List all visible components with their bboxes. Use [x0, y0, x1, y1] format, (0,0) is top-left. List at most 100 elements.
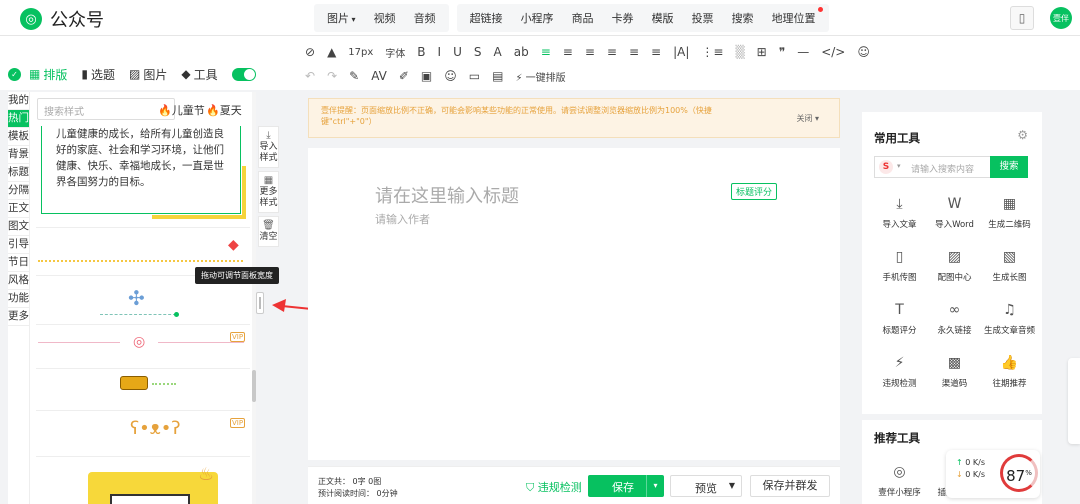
- clear-button[interactable]: 🗑 清空: [258, 216, 279, 247]
- toolbar-button[interactable]: ✐: [399, 69, 409, 83]
- tool-item[interactable]: ▧ 生成长图: [982, 247, 1037, 283]
- toolbar-button[interactable]: ⚡ 一键排版: [515, 69, 565, 84]
- chevron-down-icon[interactable]: ▾: [897, 162, 901, 170]
- tool-item[interactable]: ◎ 壹伴小程序: [872, 462, 927, 498]
- toolbar-button[interactable]: ≡: [541, 45, 551, 59]
- toolbar-button[interactable]: AV: [371, 69, 387, 83]
- topnav-item[interactable]: 视频: [365, 10, 405, 26]
- tool-item[interactable]: ▨ 配图中心: [927, 247, 982, 283]
- tool-item[interactable]: ⚡ 违规检测: [872, 353, 927, 389]
- app-logo[interactable]: ◎ 公众号: [20, 6, 104, 32]
- save-button[interactable]: 保存 ▾: [588, 475, 664, 497]
- toolbar-button[interactable]: ☺: [857, 45, 870, 59]
- toolbar-button[interactable]: ❞: [779, 45, 785, 59]
- yiban-logo-icon[interactable]: ✓: [8, 67, 21, 81]
- style-template-bus-divider[interactable]: [152, 383, 176, 385]
- style-category-item[interactable]: 模板: [8, 128, 29, 146]
- more-styles-button[interactable]: ▦ 更多样式: [258, 171, 279, 213]
- topnav-item[interactable]: 小程序: [512, 10, 563, 26]
- panel-resize-handle[interactable]: [256, 292, 264, 314]
- side-drawer-tab[interactable]: [1068, 358, 1080, 444]
- toolbar-button[interactable]: ≡: [585, 45, 595, 59]
- toolbar-button[interactable]: ≡: [651, 45, 661, 59]
- toolbar-button[interactable]: ≡: [607, 45, 617, 59]
- topnav-item[interactable]: 模版: [643, 10, 683, 26]
- avatar[interactable]: 壹伴: [1050, 7, 1072, 29]
- style-template-text-card[interactable]: 儿童健康的成长，给所有儿童创造良好的家庭、社会和学习环境，让他们健康、快乐、幸福…: [41, 126, 246, 219]
- tool-item[interactable]: ♫ 生成文章音频: [982, 300, 1037, 336]
- import-style-button[interactable]: ⤓ 导入样式: [258, 126, 279, 168]
- toolbar-button[interactable]: ⋮≡: [701, 45, 723, 59]
- toolbar-button[interactable]: ⊞: [757, 45, 767, 59]
- toolbar-button[interactable]: ▤: [492, 69, 503, 83]
- gear-icon[interactable]: ⚙: [1017, 128, 1028, 142]
- toolbar-button[interactable]: |A|: [673, 45, 689, 59]
- toolbar-button[interactable]: ✎: [349, 69, 359, 83]
- chevron-down-icon[interactable]: ▾: [646, 475, 664, 497]
- bus-icon[interactable]: [120, 376, 148, 390]
- toolbar-button[interactable]: ▲: [327, 45, 336, 59]
- topnav-item[interactable]: 图片 ▾: [318, 10, 365, 26]
- title-input[interactable]: 请在这里输入标题: [375, 182, 519, 208]
- toolbar-button[interactable]: A: [494, 45, 502, 59]
- save-and-publish-button[interactable]: 保存并群发: [750, 475, 830, 497]
- toolbar-button[interactable]: ▭: [469, 69, 480, 83]
- hot-tag-summer[interactable]: 🔥夏天: [206, 102, 242, 118]
- toolbar-button[interactable]: —: [797, 45, 809, 59]
- preview-button[interactable]: 预览 ▼: [670, 475, 742, 497]
- topnav-item[interactable]: 超链接: [461, 10, 512, 26]
- toolbar-button[interactable]: ☺: [444, 69, 457, 83]
- search-engine-icon[interactable]: S: [879, 160, 893, 174]
- violation-check-button[interactable]: ⛉ 违规检测: [526, 479, 582, 495]
- title-score-button[interactable]: 标题评分: [731, 183, 778, 200]
- style-category-item[interactable]: 更多: [8, 308, 29, 326]
- style-category-item[interactable]: 标题: [8, 164, 29, 182]
- hot-tag-children-day[interactable]: 🔥儿童节: [158, 102, 205, 118]
- topnav-item[interactable]: 投票: [683, 10, 723, 26]
- style-panel-scroll-thumb[interactable]: [252, 370, 256, 402]
- tab-layout[interactable]: ▦ 排版: [29, 66, 67, 83]
- toolbar-button[interactable]: S: [474, 45, 482, 59]
- toolbar-button[interactable]: 字体: [385, 45, 405, 60]
- author-input[interactable]: 请输入作者: [375, 211, 430, 227]
- toolbar-button[interactable]: ≡: [629, 45, 639, 59]
- style-category-item[interactable]: 热门: [8, 110, 29, 128]
- style-category-item[interactable]: 节日: [8, 254, 29, 272]
- toolbar-button[interactable]: B: [417, 45, 425, 59]
- tool-item[interactable]: 👍 往期推荐: [982, 353, 1037, 389]
- toolbar-button[interactable]: ▒: [735, 45, 744, 59]
- tool-item[interactable]: ∞ 永久链接: [927, 300, 982, 336]
- pinwheel-icon[interactable]: ✣: [128, 286, 145, 310]
- topnav-item[interactable]: 地理位置: [763, 7, 825, 26]
- style-template-pink-divider[interactable]: [38, 342, 120, 343]
- style-category-item[interactable]: 图文: [8, 218, 29, 236]
- topnav-item[interactable]: 搜索: [723, 10, 763, 26]
- toolbar-button[interactable]: I: [438, 45, 442, 59]
- tab-tools[interactable]: ◆ 工具: [181, 66, 217, 83]
- tool-search-button[interactable]: 搜索: [990, 156, 1028, 178]
- style-template-pinwheel-divider[interactable]: [100, 312, 179, 317]
- topnav-item[interactable]: 音频: [405, 10, 445, 26]
- tool-item[interactable]: ▯ 手机传图: [872, 247, 927, 283]
- tool-item[interactable]: ▩ 渠道码: [927, 353, 982, 389]
- document-icon[interactable]: ▯: [1010, 6, 1034, 30]
- style-category-item[interactable]: 正文: [8, 200, 29, 218]
- toolbar-button[interactable]: ↷: [327, 69, 337, 83]
- article-editor[interactable]: 请在这里输入标题 请输入作者 标题评分: [308, 148, 840, 460]
- tool-item[interactable]: ⤓ 导入文章: [872, 194, 927, 230]
- style-template-wavy-divider[interactable]: [38, 260, 243, 264]
- tab-images[interactable]: ▨ 图片: [129, 66, 167, 83]
- topnav-item[interactable]: 商品: [563, 10, 603, 26]
- topnav-item[interactable]: 卡券: [603, 10, 643, 26]
- tool-item[interactable]: ▦ 生成二维码: [982, 194, 1037, 230]
- style-category-item[interactable]: 功能: [8, 290, 29, 308]
- style-category-item[interactable]: 分隔: [8, 182, 29, 200]
- toolbar-button[interactable]: ▣: [421, 69, 432, 83]
- tool-item[interactable]: T 标题评分: [872, 300, 927, 336]
- bear-icon[interactable]: ʕ•ᴥ•ʔ: [130, 418, 181, 439]
- toolbar-button[interactable]: U: [453, 45, 462, 59]
- tab-topics[interactable]: ▮ 选题: [81, 66, 115, 83]
- panel-toggle[interactable]: [231, 67, 256, 81]
- memory-gauge[interactable]: 87%: [1000, 454, 1038, 492]
- close-warning-button[interactable]: 关闭 ▾: [796, 113, 819, 124]
